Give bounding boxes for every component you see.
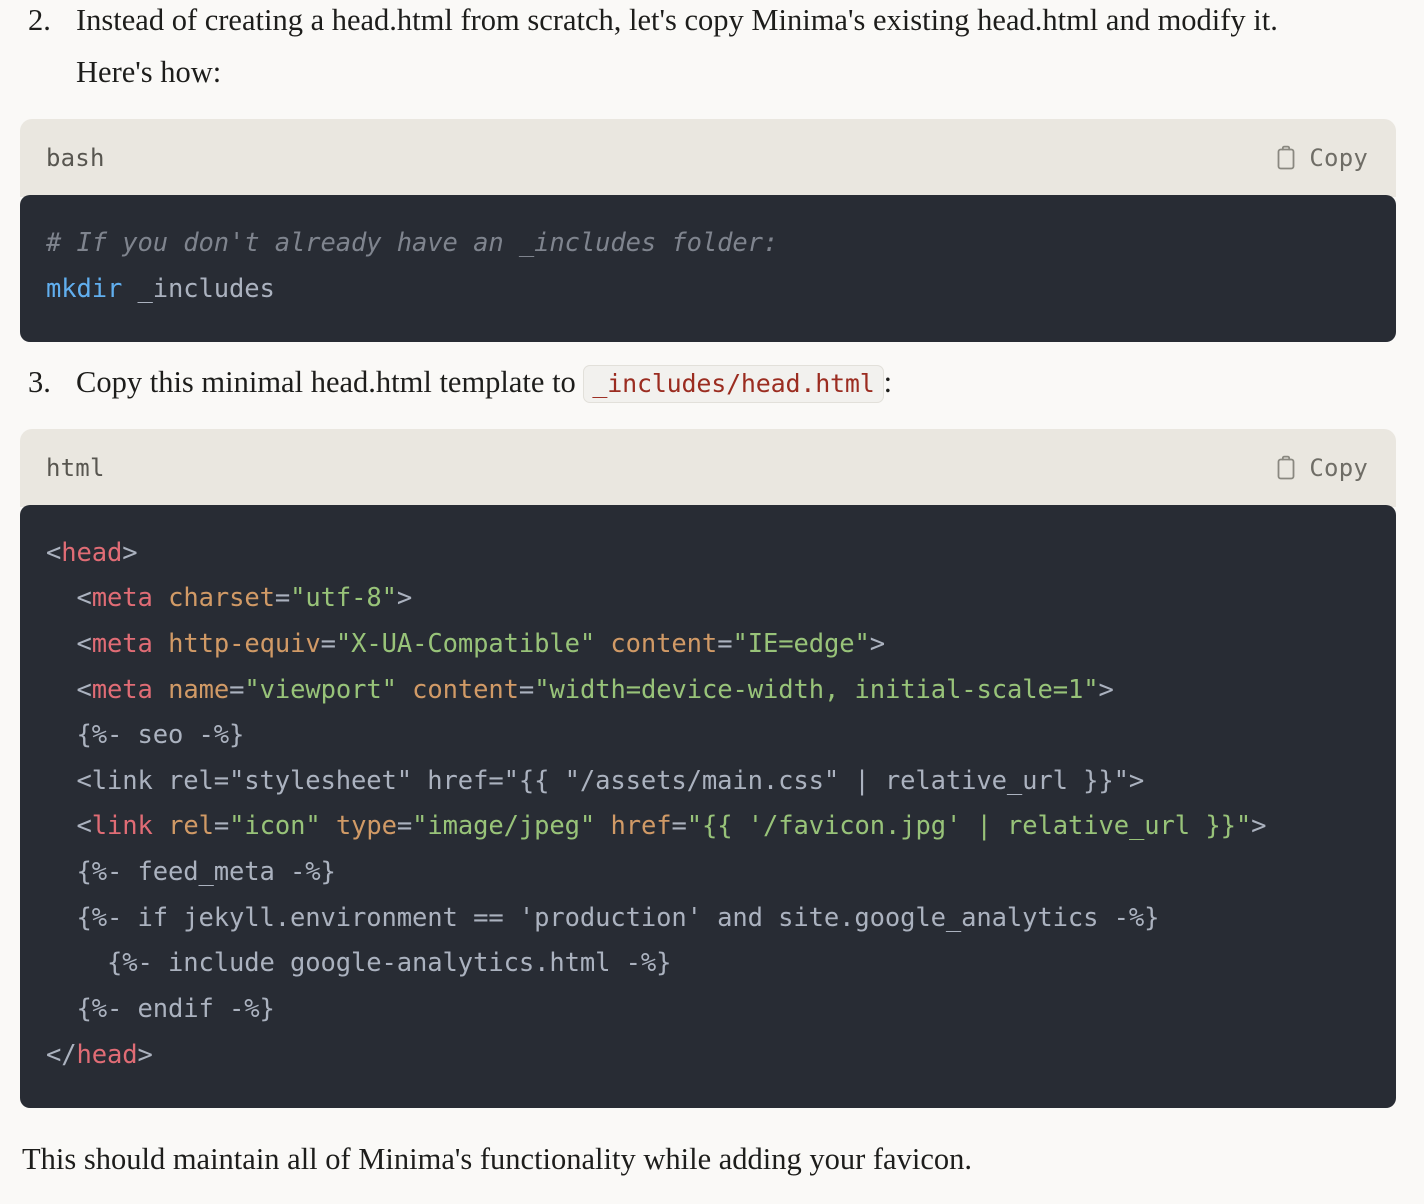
code-block-body[interactable]: <head> <meta charset="utf-8"> <meta http… — [20, 504, 1396, 1109]
code-argument: _includes — [122, 273, 275, 304]
code-language-label: html — [46, 453, 105, 482]
list-item-text: Copy this minimal head.html template to … — [76, 356, 1304, 408]
article-content: 2. Instead of creating a head.html from … — [0, 0, 1424, 1204]
copy-button-label: Copy — [1309, 143, 1368, 172]
inline-code-path: _includes/head.html — [583, 365, 884, 404]
ordered-list-item-3: 3. Copy this minimal head.html template … — [0, 356, 1424, 408]
code-block-bash: bash Copy # If you don't already have an… — [20, 118, 1396, 343]
ordered-list-item-2: 2. Instead of creating a head.html from … — [0, 0, 1424, 99]
code-keyword: mkdir — [46, 273, 123, 304]
list-item-text-before: Copy this minimal head.html template to — [76, 365, 584, 400]
code-content: # If you don't already have an _includes… — [46, 221, 1366, 312]
copy-button[interactable]: Copy — [1273, 140, 1370, 176]
code-block-body[interactable]: # If you don't already have an _includes… — [20, 194, 1396, 343]
clipboard-icon — [1275, 145, 1297, 171]
code-block-header: html Copy — [20, 428, 1396, 507]
code-comment: # If you don't already have an _includes… — [46, 227, 779, 258]
copy-button[interactable]: Copy — [1273, 450, 1370, 486]
list-item-text-after: : — [883, 365, 893, 400]
clipboard-icon — [1275, 455, 1297, 481]
code-language-label: bash — [46, 143, 105, 172]
code-block-header: bash Copy — [20, 118, 1396, 197]
code-content: <head> <meta charset="utf-8"> <meta http… — [46, 537, 1267, 1070]
list-item-text: Instead of creating a head.html from scr… — [76, 3, 1278, 90]
list-marker: 2. — [28, 3, 51, 37]
list-marker: 3. — [28, 365, 51, 400]
code-block-html: html Copy <head> <meta charset="utf-8"> … — [20, 428, 1396, 1109]
copy-button-label: Copy — [1309, 453, 1368, 482]
closing-paragraph: This should maintain all of Minima's fun… — [22, 1142, 972, 1177]
